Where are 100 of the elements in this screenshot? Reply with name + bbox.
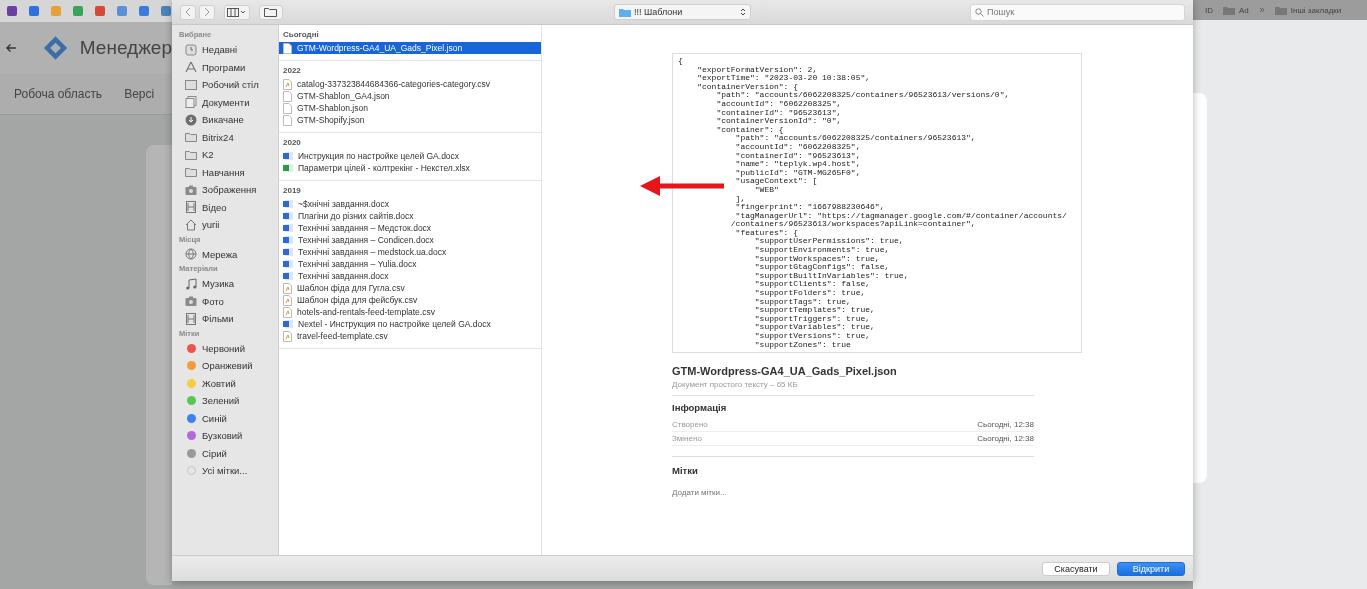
film-icon	[185, 312, 197, 325]
sidebar-item[interactable]: Оранжевий	[202, 360, 253, 372]
file-row[interactable]: Плагіни до різних сайтів.docx	[279, 210, 541, 222]
file-preview: { "exportFormatVersion": 2, "exportTime": "2023-03-20 10:38:05", "containerVersion": { "path": "accounts/6062208325/containers/96523613/versions/0", "accountId": "6062208325", "containerId": "96523613", "containerVersionId": "0", "container": { "path": "accounts/6062208325/containers/96523613", "accountId": "6062208325", "containerId": "96523613", "name": "teplyk.wp4.host", "publicId": "GTM-MG265F0", "usageContext": [ "WEB" ], "fingerprint": "1667988230646", "tagManagerUrl": "https://tagmanager.google.com/#/container/accounts/ /containers/96523613/workspaces?apiLink=container", "features": { "supportUserPermissions": true, "supportEnvironments": true, "supportWorkspaces": true, "supportGtagConfigs": false, "supportBuiltInVariables": true, "supportClients": false, "supportFolders": true, "supportTags": true, "supportTemplates": true, "supportTriggers": true, "supportVariables": true, "supportVersions": true, "supportZones": true	[672, 53, 1082, 354]
file-row[interactable]: Технічні завдання – medstock.ua.docx	[279, 246, 541, 258]
file-row[interactable]: GTM-Shopify.json	[279, 114, 541, 126]
diamond-logo-icon	[42, 34, 68, 62]
file-row[interactable]: Технічні завдання.docx	[279, 270, 541, 282]
workspace-tab[interactable]: Версі	[124, 87, 155, 101]
file-row[interactable]: Технічні завдання – Медсток.docx	[279, 222, 541, 234]
file-row[interactable]: Инструкция по настройке целей GA.docx	[279, 150, 541, 162]
sidebar-item[interactable]: Викачане	[202, 114, 244, 126]
chevron-icon[interactable]	[1258, 7, 1265, 13]
bookmark-icon[interactable]	[138, 5, 150, 17]
updown-arrows-icon[interactable]	[740, 7, 746, 17]
file-row[interactable]: GTM-Shablon_GA4.json	[279, 90, 541, 102]
bookmark-icon[interactable]	[94, 5, 106, 17]
chevron-right-icon[interactable]	[204, 7, 210, 17]
word-document-icon	[283, 235, 293, 245]
spreadsheet-icon	[283, 294, 292, 306]
sidebar-item[interactable]: Сірий	[202, 447, 227, 459]
word-document-icon	[283, 151, 293, 161]
word-document-icon	[283, 211, 293, 221]
location-dropdown[interactable]: !!! Шаблони	[614, 4, 751, 20]
sidebar-item[interactable]: Жовтий	[202, 377, 236, 389]
sidebar-item[interactable]: Музика	[202, 278, 235, 290]
file-row[interactable]: Шаблон фіда для фейсбук.csv	[279, 294, 541, 306]
document-icon	[283, 114, 292, 126]
sidebar-item[interactable]: Фільми	[202, 313, 234, 325]
desktop-icon	[185, 78, 197, 91]
bookmark-icon[interactable]	[116, 5, 128, 17]
sidebar-item[interactable]: Зелений	[202, 395, 240, 407]
chevron-left-icon[interactable]	[185, 7, 191, 17]
file-row[interactable]: catalog-337323844684366-categories-category.csv	[279, 78, 541, 90]
word-document-icon	[283, 223, 293, 233]
group-heading: 2022	[282, 65, 302, 77]
file-type: Документ простого тексту – 65 КБ	[672, 380, 1034, 397]
word-document-icon	[283, 247, 293, 257]
bookmark-icon[interactable]	[160, 5, 172, 17]
bookmark-icon[interactable]	[72, 5, 84, 17]
sidebar-item[interactable]: K2	[202, 149, 214, 161]
file-row[interactable]: GTM-Wordpress-GA4_UA_Gads_Pixel.json	[279, 42, 541, 54]
search-icon	[975, 7, 984, 17]
globe-icon	[185, 248, 197, 261]
file-row[interactable]: Nextel - Инструкция по настройке целей GA.docx	[279, 318, 541, 330]
word-document-icon	[283, 319, 293, 329]
info-value: Сьогодні, 12:38	[977, 420, 1034, 430]
bookmark-label[interactable]: Інші закладки	[1290, 5, 1342, 15]
home-icon	[185, 218, 197, 231]
clock-icon	[185, 43, 197, 56]
group-heading: 2019	[282, 185, 302, 197]
sidebar-item[interactable]: yurii	[202, 219, 220, 231]
file-name: GTM-Wordpress-GA4_UA_Gads_Pixel.json	[672, 365, 898, 378]
spreadsheet-icon	[283, 330, 292, 342]
bookmark-label[interactable]: ID	[1205, 5, 1213, 15]
search-field[interactable]: Пошук	[970, 3, 1185, 21]
section-heading: Мітки	[672, 456, 1034, 477]
workspace-tab[interactable]: Робоча область	[14, 87, 103, 101]
document-icon	[283, 90, 292, 102]
sidebar-item[interactable]: Bitrix24	[202, 131, 234, 143]
sidebar-item[interactable]: Навчання	[202, 166, 245, 178]
sidebar-item[interactable]: Фото	[202, 295, 224, 307]
group-heading: 2020	[282, 137, 302, 149]
sidebar-item[interactable]: Синій	[202, 412, 227, 424]
camera-icon	[185, 295, 197, 308]
open-button[interactable]: Відкрити	[1117, 561, 1185, 576]
sidebar-item[interactable]: Документи	[202, 96, 250, 108]
document-icon	[283, 42, 292, 54]
folder-icon[interactable]	[264, 7, 278, 17]
forward-button[interactable]	[199, 4, 215, 20]
apps-icon	[185, 61, 197, 74]
file-row[interactable]: ~$хнічні завдання.docx	[279, 198, 541, 210]
back-arrow-icon[interactable]	[6, 43, 17, 53]
file-row[interactable]: Технічні завдання – Condicen.docx	[279, 234, 541, 246]
sidebar-item[interactable]: Програми	[202, 61, 246, 73]
file-row[interactable]: Параметри цілей - колтрекінг - Некстел.xlsx	[279, 162, 541, 174]
bookmark-icon[interactable]	[6, 5, 18, 17]
tag-dot	[187, 466, 196, 476]
sidebar-item[interactable]: Зображення	[202, 184, 257, 196]
bookmark-icon[interactable]	[28, 5, 40, 17]
sidebar-item[interactable]: Бузковий	[202, 430, 243, 442]
sidebar-item[interactable]: Недавні	[202, 44, 238, 56]
file-row[interactable]: travel-feed-template.csv	[279, 330, 541, 342]
file-row[interactable]: Шаблон фіда для Гугла.csv	[279, 282, 541, 294]
cancel-button[interactable]: Скасувати	[1042, 561, 1110, 576]
file-row[interactable]: Технічні завдання – Yulia.docx	[279, 258, 541, 270]
back-button[interactable]	[180, 4, 196, 20]
spreadsheet-icon	[283, 78, 292, 90]
sidebar-item[interactable]: Робочий стіл	[202, 79, 259, 91]
documents-icon	[185, 96, 197, 109]
bookmark-label[interactable]: Ad	[1239, 5, 1249, 15]
sidebar-item[interactable]: Червоний	[202, 342, 245, 354]
file-row[interactable]: hotels-and-rentals-feed-template.csv	[279, 306, 541, 318]
sidebar-item[interactable]: Усі мітки...	[202, 465, 248, 477]
sidebar-item[interactable]: Мережа	[202, 248, 238, 260]
file-row[interactable]: GTM-Shablon.json	[279, 102, 541, 114]
folder-icon	[185, 166, 197, 179]
sidebar-item[interactable]: Відео	[202, 201, 227, 213]
info-value: Сьогодні, 12:38	[977, 434, 1034, 444]
new-folder-button[interactable]	[259, 4, 283, 20]
